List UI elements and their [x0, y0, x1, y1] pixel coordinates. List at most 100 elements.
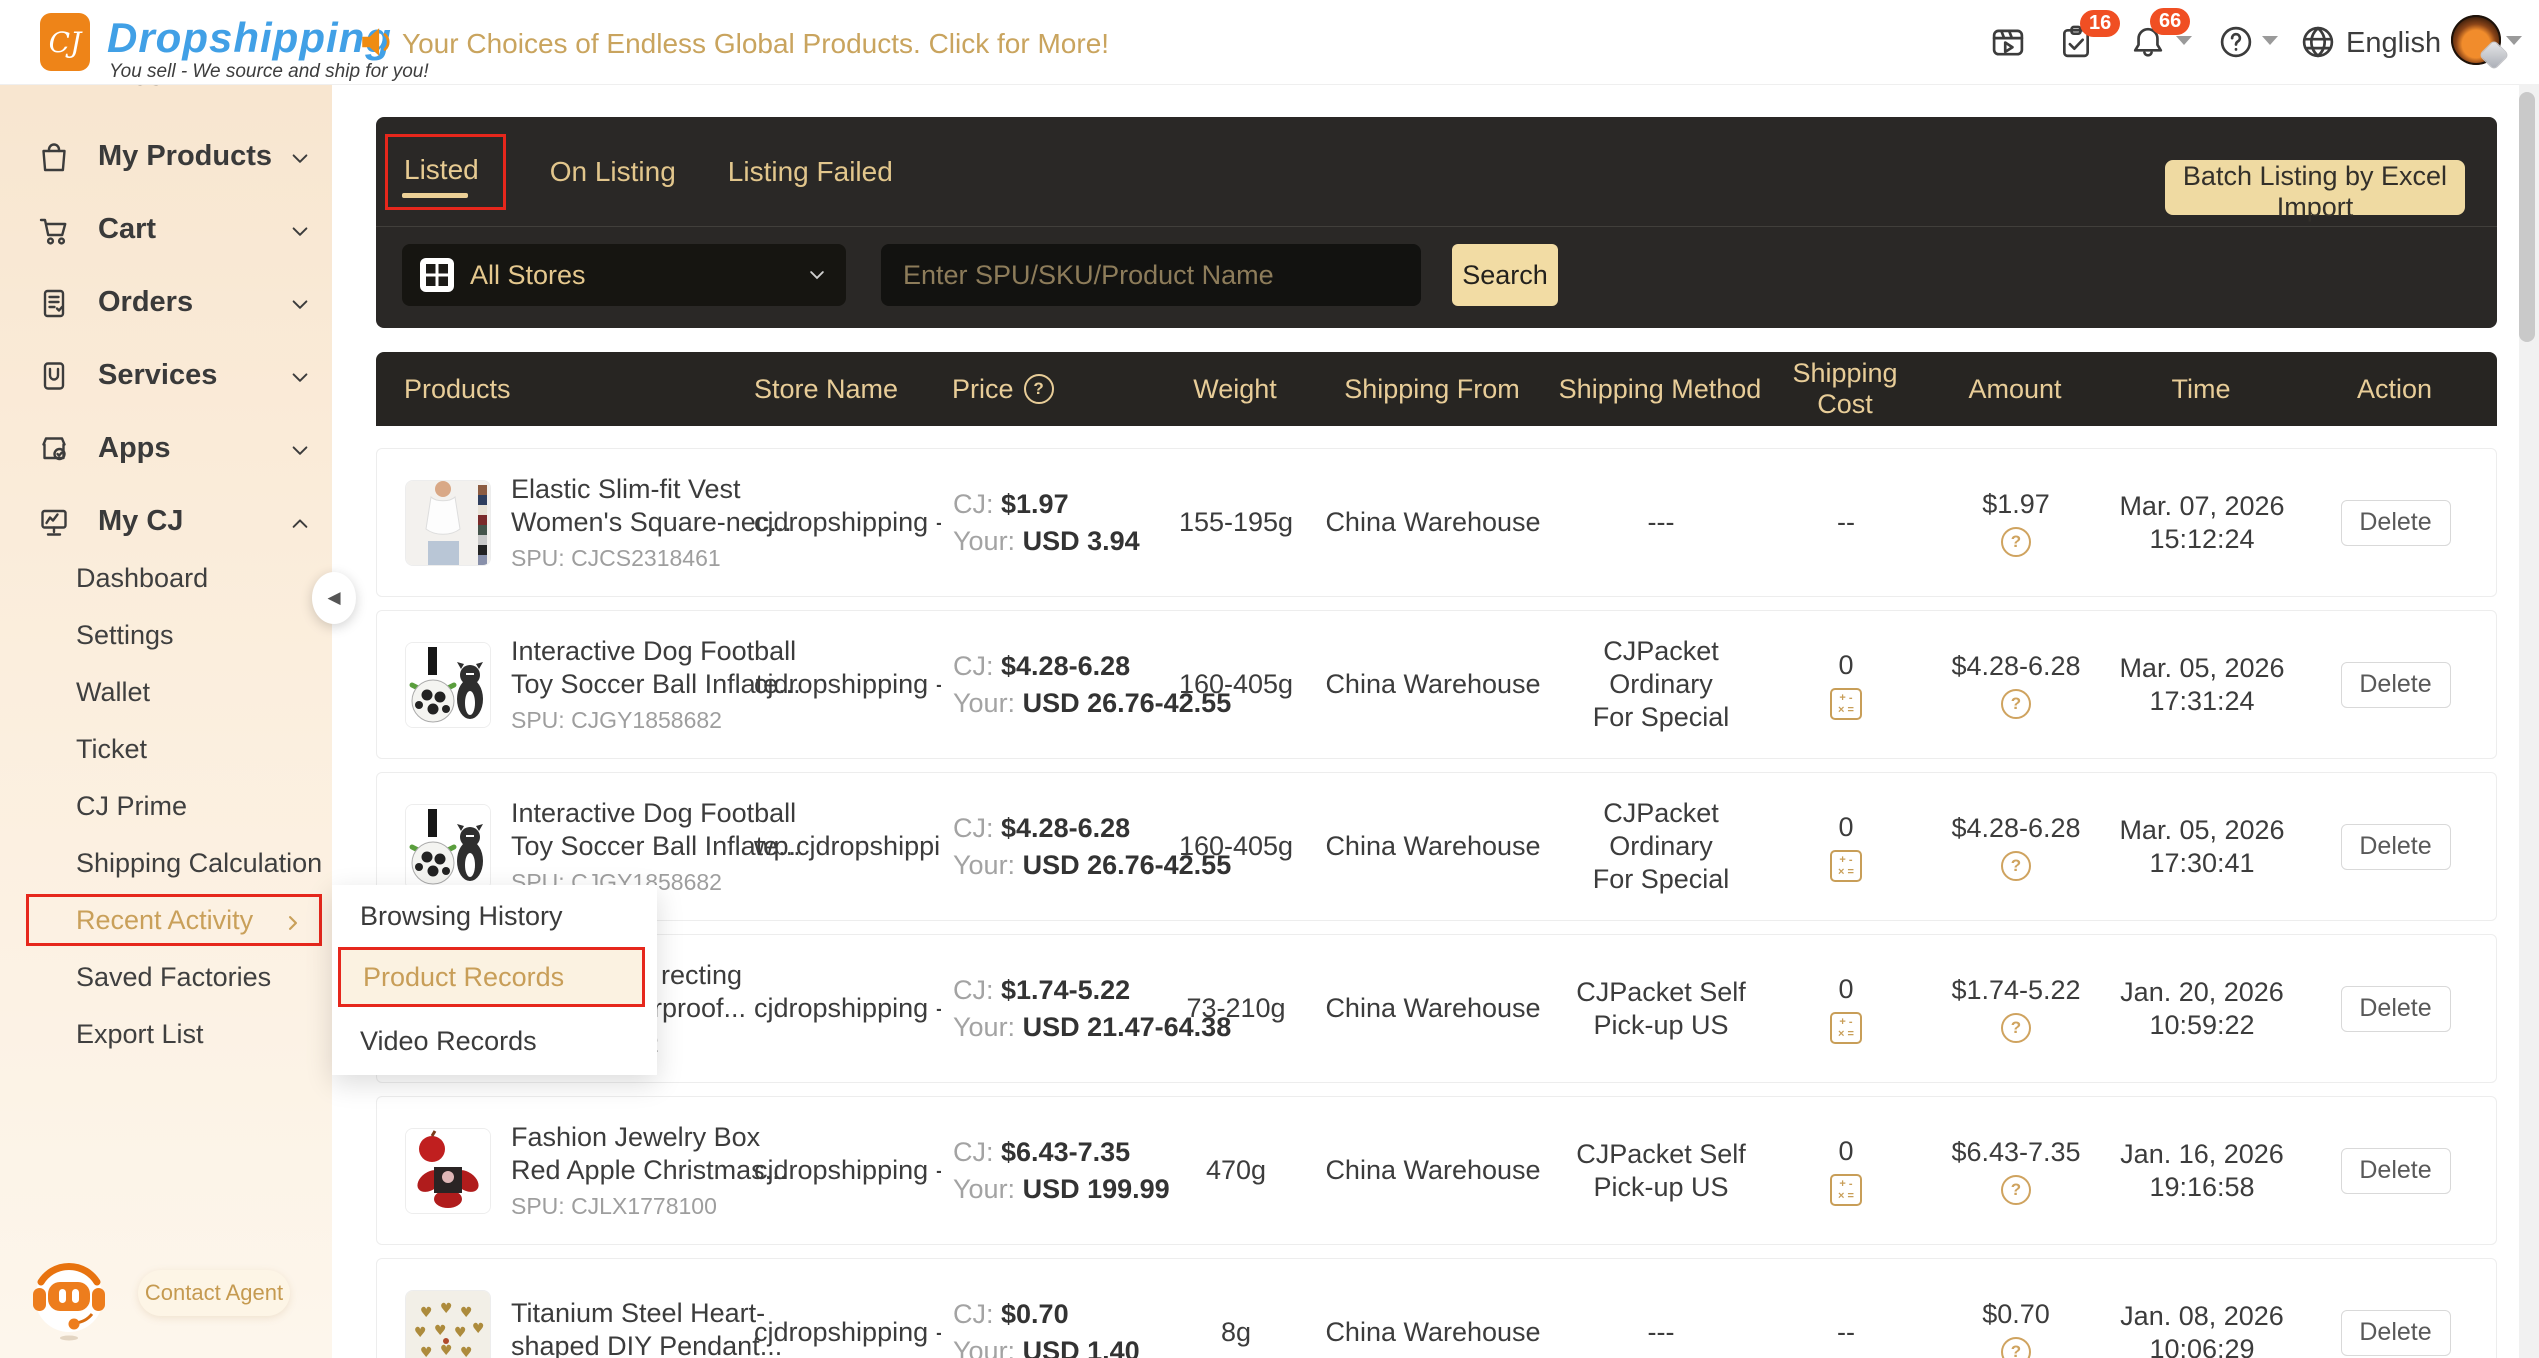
amount-help-icon[interactable]: ? [2001, 1337, 2031, 1358]
batch-listing-button[interactable]: Batch Listing by Excel Import [2165, 160, 2465, 215]
delete-button[interactable]: Delete [2341, 1310, 2451, 1356]
logo-monogram: CJ [49, 26, 82, 59]
store-select[interactable]: All Stores [402, 244, 846, 306]
product-cell[interactable]: Fashion Jewelry Box Red Apple Christmas.… [377, 1121, 751, 1220]
product-image[interactable]: ♥♥♥♥♥♥♥♥♥♥♥♥ [405, 1290, 491, 1358]
amount-help-icon[interactable]: ? [2001, 1013, 2031, 1043]
sidebar-item-dashboard[interactable]: Dashboard [0, 550, 332, 607]
time-cell: Mar. 05, 202617:31:24 [2111, 652, 2293, 718]
sidebar-item-ticket[interactable]: Ticket [0, 721, 332, 778]
search-button[interactable]: Search [1452, 244, 1558, 306]
chevron-down-icon [288, 364, 312, 388]
delete-button[interactable]: Delete [2341, 986, 2451, 1032]
weight-value: 160-405g [1157, 830, 1315, 863]
price-cell: CJ: $4.28-6.28 Your: USD 26.76-42.55 [941, 810, 1157, 884]
amount-value: $6.43-7.35 [1951, 1137, 2080, 1168]
action-cell: Delete [2293, 824, 2498, 870]
price-cell: CJ: $1.74-5.22 Your: USD 21.47-64.38 [941, 972, 1157, 1046]
time-date: Mar. 05, 2026 [2111, 652, 2293, 685]
tab-listing-failed[interactable]: Listing Failed [728, 156, 893, 188]
calculator-icon[interactable]: + -× = [1830, 850, 1862, 882]
delete-button[interactable]: Delete [2341, 824, 2451, 870]
contact-agent-robot-icon[interactable] [26, 1256, 112, 1342]
product-image[interactable] [405, 642, 491, 728]
time-clock: 10:06:29 [2111, 1333, 2293, 1358]
search-input[interactable] [881, 244, 1421, 306]
help-icon[interactable] [2216, 22, 2256, 62]
product-cell[interactable]: Interactive Dog Football Toy Soccer Ball… [377, 635, 751, 734]
scrollbar-track[interactable] [2519, 84, 2539, 1358]
calculator-icon[interactable]: + -× = [1830, 1174, 1862, 1206]
sidebar-item-orders[interactable]: Orders [0, 266, 332, 339]
amount-help-icon[interactable]: ? [2001, 527, 2031, 557]
sidebar-item-cj-prime[interactable]: CJ Prime [0, 778, 332, 835]
action-cell: Delete [2293, 1148, 2498, 1194]
amount-help-icon[interactable]: ? [2001, 851, 2031, 881]
sidebar-collapse-handle[interactable]: ◀ [312, 572, 356, 624]
bell-caret-icon[interactable] [2176, 36, 2192, 45]
avatar-caret-icon[interactable] [2506, 36, 2522, 45]
product-cell[interactable]: Interactive Dog Football Toy Soccer Ball… [377, 797, 751, 896]
shipping-method-value: --- [1551, 506, 1771, 539]
sidebar-main-nav: My Products Cart Orders Services Apps My… [0, 120, 332, 558]
sidebar-item-saved-factories[interactable]: Saved Factories [0, 949, 332, 1006]
svg-text:♥: ♥ [440, 1343, 453, 1358]
delete-button[interactable]: Delete [2341, 500, 2451, 546]
table-row: ♥♥♥♥♥♥♥♥♥♥♥♥ Titanium Steel Heart- shape… [376, 1258, 2497, 1358]
sidebar-item-settings[interactable]: Settings [0, 607, 332, 664]
video-tutorials-icon[interactable] [1988, 22, 2028, 62]
calculator-icon[interactable]: + -× = [1830, 1012, 1862, 1044]
product-cell[interactable]: Elastic Slim-fit Vest Women's Square-nec… [377, 473, 751, 572]
sidebar-item-shipping-calculation[interactable]: Shipping Calculation [0, 835, 332, 892]
table-row: recting rproof... 2 cjdropshipping - ...… [376, 934, 2497, 1083]
submenu-item-browsing-history[interactable]: Browsing History [332, 885, 657, 948]
column-header-weight: Weight [1156, 374, 1314, 405]
sidebar-item-cart[interactable]: Cart [0, 193, 332, 266]
scrollbar-thumb[interactable] [2519, 92, 2535, 342]
amount-help-icon[interactable]: ? [2001, 1175, 2031, 1205]
globe-icon[interactable] [2298, 22, 2338, 62]
delete-button[interactable]: Delete [2341, 662, 2451, 708]
shipping-cost-cell: 0 + -× = [1771, 812, 1921, 882]
submenu-item-video-records[interactable]: Video Records [332, 1010, 657, 1073]
help-caret-icon[interactable] [2262, 36, 2278, 45]
weight-value: 8g [1157, 1316, 1315, 1349]
price-help-icon[interactable]: ? [1024, 374, 1054, 404]
sidebar-item-likes-partial[interactable]: Likes [90, 84, 164, 96]
product-image[interactable] [405, 1128, 491, 1214]
store-select-value: All Stores [470, 260, 586, 291]
sidebar-item-wallet[interactable]: Wallet [0, 664, 332, 721]
product-image[interactable] [405, 480, 491, 566]
svg-text:♥: ♥ [420, 1305, 433, 1321]
action-cell: Delete [2293, 500, 2498, 546]
cj-price-label: CJ: [953, 813, 994, 843]
sidebar-mycj-nav: DashboardSettingsWalletTicketCJ PrimeShi… [0, 550, 332, 1063]
chevron-down-icon [806, 264, 828, 286]
sidebar-item-apps[interactable]: Apps [0, 412, 332, 485]
delete-button[interactable]: Delete [2341, 1148, 2451, 1194]
sidebar-item-recent-activity[interactable]: Recent Activity [0, 892, 332, 949]
tab-on-listing[interactable]: On Listing [550, 156, 676, 188]
calculator-icon[interactable]: + -× = [1830, 688, 1862, 720]
language-selector[interactable]: English [2346, 27, 2441, 60]
product-cell[interactable]: ♥♥♥♥♥♥♥♥♥♥♥♥ Titanium Steel Heart- shape… [377, 1290, 751, 1358]
cj-logo[interactable]: CJ [40, 13, 90, 71]
product-spu: SPU: CJLX1778100 [511, 1193, 787, 1220]
sidebar-item-services[interactable]: Services [0, 339, 332, 412]
store-name: cjdropshipping - ... [751, 507, 941, 538]
your-price-label: Your: [953, 850, 1015, 880]
announcement-banner[interactable]: Your Choices of Endless Global Products.… [402, 28, 1109, 60]
contact-agent-button[interactable]: Contact Agent [138, 1270, 290, 1316]
submenu-item-product-records[interactable]: Product Records [338, 947, 645, 1007]
your-price-label: Your: [953, 526, 1015, 556]
sidebar-item-my-products[interactable]: My Products [0, 120, 332, 193]
cj-price-value: $4.28-6.28 [1001, 813, 1130, 843]
table-row: Interactive Dog Football Toy Soccer Ball… [376, 610, 2497, 759]
tab-listed[interactable]: Listed [385, 134, 506, 210]
product-image[interactable] [405, 804, 491, 890]
column-header-price: Price? [940, 374, 1156, 405]
weight-value: 155-195g [1157, 506, 1315, 539]
sidebar-item-export-list[interactable]: Export List [0, 1006, 332, 1063]
amount-help-icon[interactable]: ? [2001, 689, 2031, 719]
sidebar-item-my-cj[interactable]: My CJ [0, 485, 332, 558]
